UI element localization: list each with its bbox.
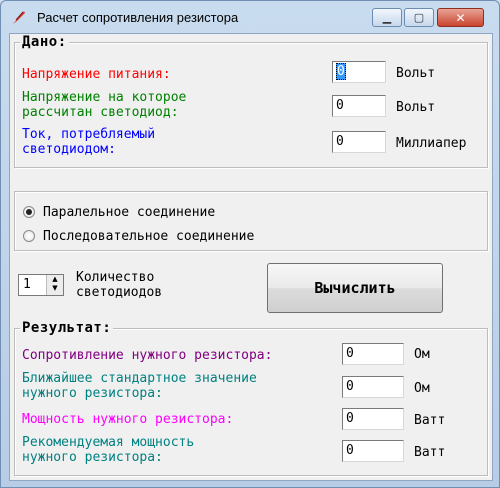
- led-voltage-input[interactable]: 0: [332, 95, 386, 117]
- supply-voltage-unit: Вольт: [396, 66, 436, 81]
- calculate-button[interactable]: Вычислить: [267, 263, 443, 313]
- led-count-value: 1: [23, 277, 31, 292]
- recommended-power-output[interactable]: 0: [342, 440, 404, 462]
- serial-radio[interactable]: [23, 230, 35, 242]
- led-voltage-unit: Вольт: [396, 100, 436, 115]
- parallel-radio[interactable]: [23, 206, 35, 218]
- supply-voltage-label: Напряжение питания:: [22, 67, 171, 82]
- led-current-unit: Миллиапер: [396, 136, 467, 151]
- supply-voltage-input[interactable]: 0: [332, 61, 386, 83]
- led-count-spinner[interactable]: 1 ▲ ▼: [18, 274, 64, 296]
- recommended-power-label: Рекомендуемая мощность нужного резистора…: [22, 435, 195, 465]
- spinner-down-icon[interactable]: ▼: [47, 284, 63, 293]
- recommended-power-unit: Ватт: [414, 445, 446, 460]
- led-current-label: Ток, потребляемый светодиодом:: [22, 127, 156, 157]
- standard-value-unit: Ом: [414, 381, 430, 396]
- standard-value-label: Ближайшее стандартное значение нужного р…: [22, 371, 257, 401]
- maximize-button[interactable]: ▢: [404, 8, 434, 27]
- power-unit: Ватт: [414, 413, 446, 428]
- minimize-icon: ▁: [382, 11, 392, 24]
- spinner-up-icon[interactable]: ▲: [47, 275, 63, 284]
- result-legend: Результат:: [20, 320, 114, 336]
- led-voltage-label: Напряжение на которое рассчитан светодио…: [22, 90, 187, 120]
- close-icon: ✕: [455, 10, 466, 25]
- parallel-radio-label[interactable]: Паралельное соединение: [43, 205, 215, 220]
- feather-icon: [13, 11, 25, 24]
- spinner-arrows[interactable]: ▲ ▼: [46, 275, 63, 295]
- serial-radio-label[interactable]: Последовательное соединение: [43, 229, 254, 244]
- maximize-icon: ▢: [413, 11, 425, 24]
- led-current-input[interactable]: 0: [332, 131, 386, 153]
- standard-value-output[interactable]: 0: [342, 376, 404, 398]
- window-title: Расчет сопротивления резистора: [37, 10, 239, 25]
- resistance-output[interactable]: 0: [342, 343, 404, 365]
- close-button[interactable]: ✕: [437, 8, 484, 27]
- client-area: Дано: Напряжение питания: 0 Вольт Напряж…: [9, 33, 493, 481]
- power-label: Мощность нужного резистора:: [22, 412, 234, 427]
- led-count-label: Количество светодиодов: [76, 270, 163, 300]
- resistance-label: Сопротивление нужного резистора:: [22, 348, 273, 363]
- resistance-unit: Ом: [414, 347, 430, 362]
- app-window: Расчет сопротивления резистора ▁ ▢ ✕ Дан…: [0, 0, 500, 488]
- title-bar[interactable]: Расчет сопротивления резистора ▁ ▢ ✕: [1, 1, 499, 33]
- power-output[interactable]: 0: [342, 408, 404, 430]
- minimize-button[interactable]: ▁: [372, 8, 402, 27]
- given-legend: Дано:: [20, 34, 69, 50]
